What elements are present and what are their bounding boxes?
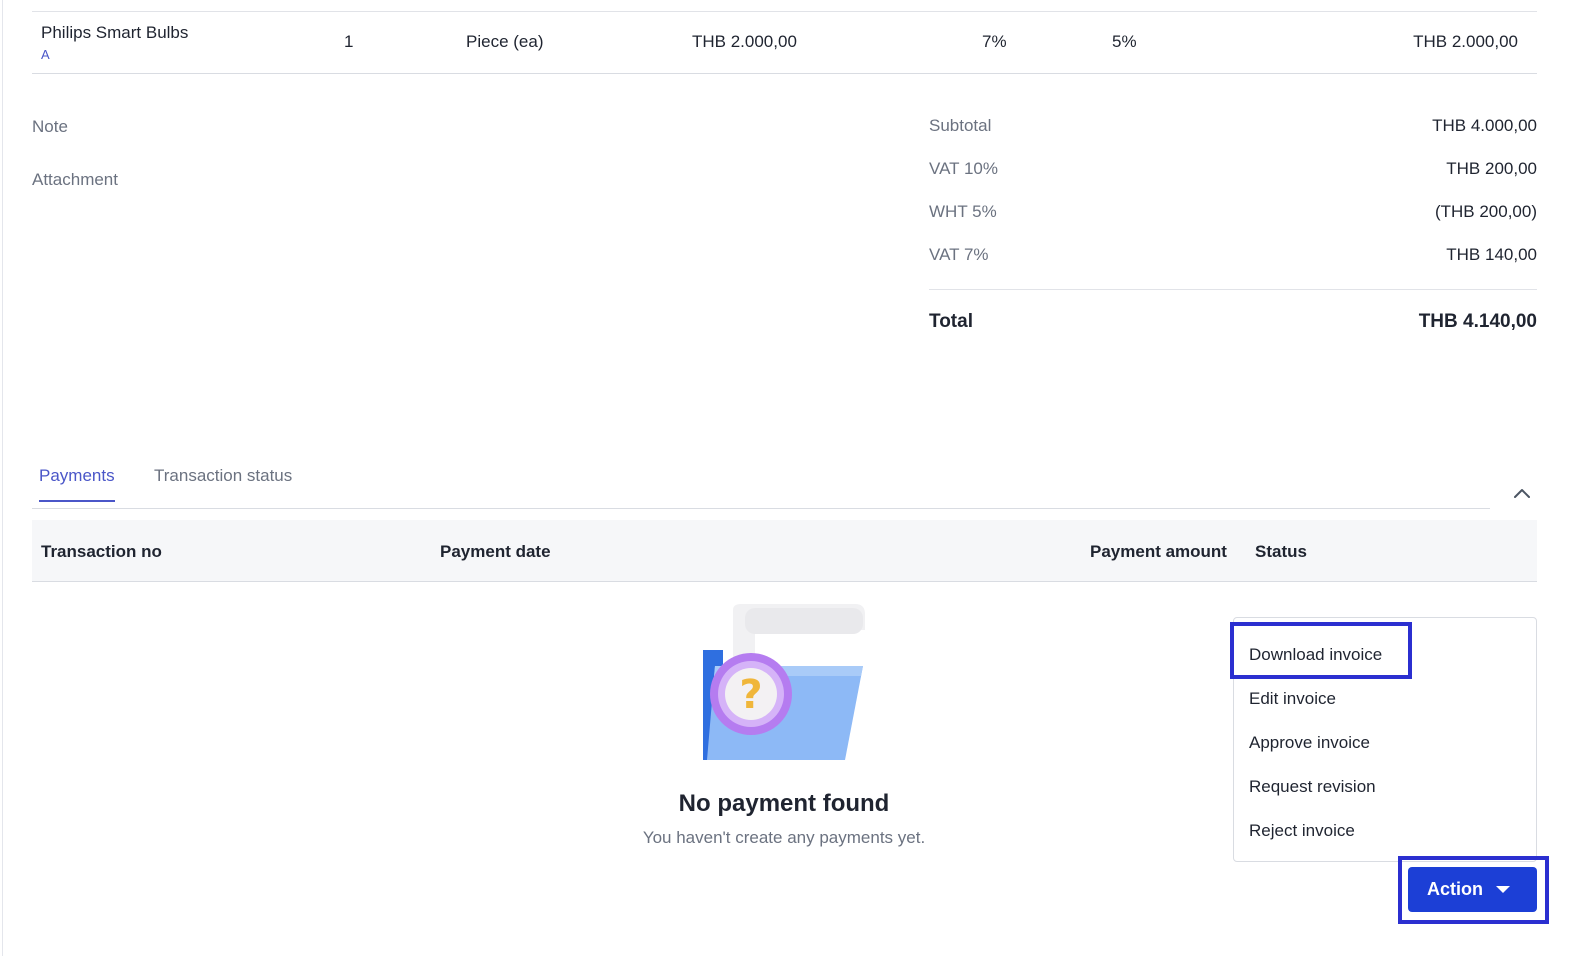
summary-row-wht-5: WHT 5% (THB 200,00)	[929, 198, 1537, 241]
attachment-label: Attachment	[32, 170, 118, 189]
summary-row-vat-7: VAT 7% THB 140,00	[929, 241, 1537, 284]
summary-row-vat-10: VAT 10% THB 200,00	[929, 155, 1537, 198]
column-header-transaction-no: Transaction no	[41, 542, 162, 561]
action-button-label: Action	[1427, 879, 1483, 899]
summary-value: THB 140,00	[1446, 245, 1537, 264]
folder-question-icon: ?	[703, 604, 865, 760]
item-vat: 7%	[982, 32, 1007, 51]
tab-transaction-status[interactable]: Transaction status	[154, 466, 292, 500]
column-header-payment-amount: Payment amount	[1090, 542, 1227, 561]
item-name: Philips Smart Bulbs	[41, 23, 189, 42]
note-label: Note	[32, 117, 68, 136]
item-quantity: 1	[344, 32, 354, 51]
total-label: Total	[929, 311, 973, 332]
summary-label: WHT 5%	[929, 202, 997, 221]
invoice-summary: Subtotal THB 4.000,00 VAT 10% THB 200,00…	[929, 112, 1537, 350]
svg-text:?: ?	[739, 672, 762, 718]
column-header-status: Status	[1255, 542, 1307, 561]
item-amount: THB 2.000,00	[1413, 32, 1518, 51]
total-value: THB 4.140,00	[1418, 311, 1537, 332]
summary-label: VAT 10%	[929, 159, 998, 178]
summary-value: (THB 200,00)	[1434, 202, 1537, 221]
summary-value: THB 200,00	[1446, 159, 1537, 178]
caret-down-icon	[1496, 886, 1510, 893]
item-unit-price: THB 2.000,00	[692, 32, 797, 51]
item-variant: A	[41, 47, 50, 62]
highlight-box-download	[1230, 622, 1412, 679]
menu-item-approve-invoice[interactable]: Approve invoice	[1249, 733, 1370, 753]
summary-label: VAT 7%	[929, 245, 989, 264]
chevron-up-icon[interactable]	[1511, 482, 1533, 504]
summary-total-row: Total THB 4.140,00	[929, 290, 1537, 350]
menu-item-edit-invoice[interactable]: Edit invoice	[1249, 689, 1336, 709]
menu-item-reject-invoice[interactable]: Reject invoice	[1249, 821, 1355, 841]
summary-row-subtotal: Subtotal THB 4.000,00	[929, 112, 1537, 155]
payment-tabs: Payments Transaction status	[32, 455, 1490, 509]
column-header-payment-date: Payment date	[440, 542, 551, 561]
menu-item-request-revision[interactable]: Request revision	[1249, 777, 1376, 797]
tab-payments[interactable]: Payments	[39, 466, 115, 502]
item-wht: 5%	[1112, 32, 1137, 51]
summary-value: THB 4.000,00	[1432, 116, 1537, 135]
item-unit: Piece (ea)	[466, 32, 544, 51]
action-button[interactable]: Action	[1408, 867, 1537, 912]
summary-label: Subtotal	[929, 116, 992, 135]
line-item-row: Philips Smart Bulbs A 1 Piece (ea) THB 2…	[32, 12, 1537, 74]
payments-table-header: Transaction no Payment date Payment amou…	[32, 520, 1537, 582]
